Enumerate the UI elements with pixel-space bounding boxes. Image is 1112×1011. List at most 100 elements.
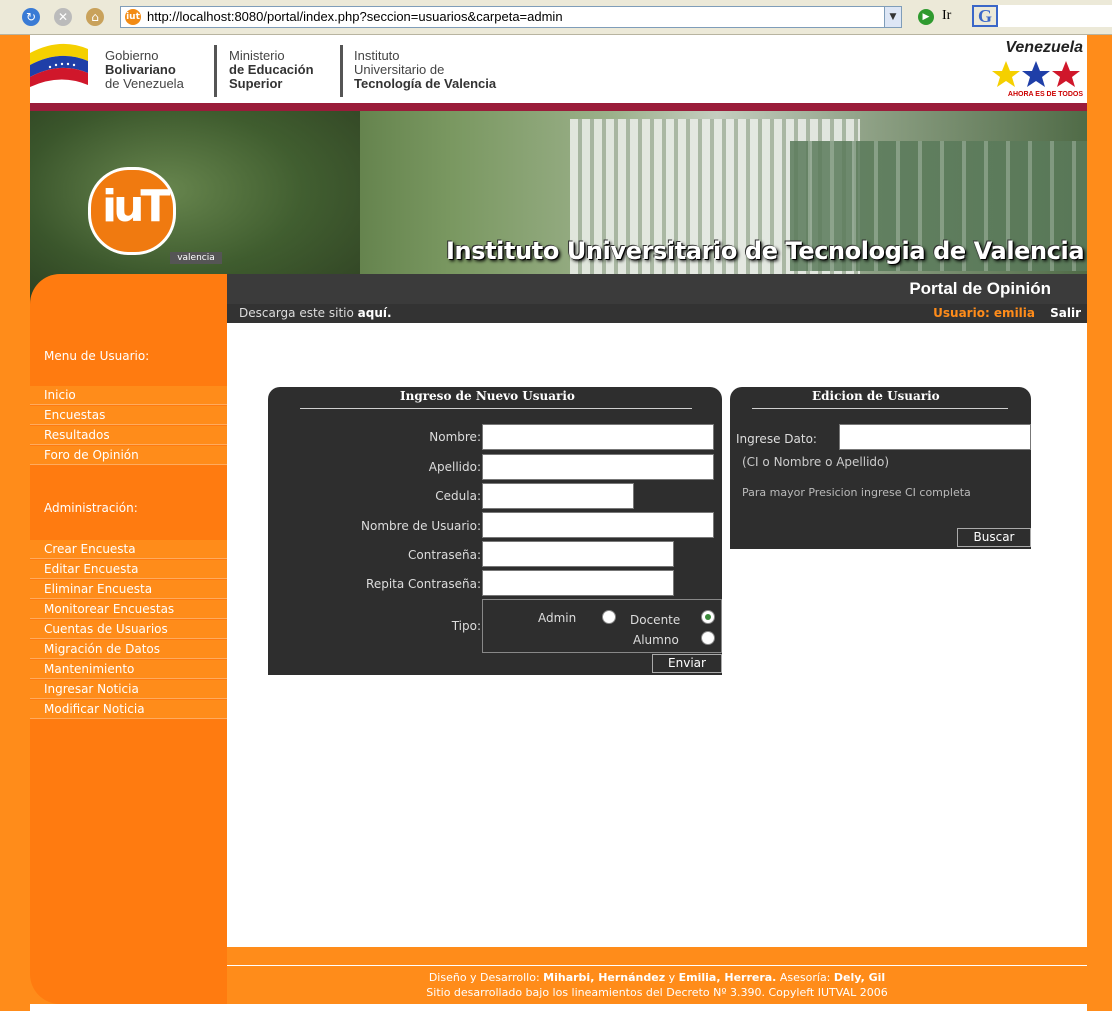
gov-line: Superior [229, 76, 283, 91]
enviar-button[interactable]: Enviar [652, 654, 722, 673]
venezuela-flag-icon [30, 43, 88, 87]
sidebar-item-resultados[interactable]: Resultados [30, 426, 227, 445]
option-alumno-label: Alumno [633, 633, 679, 647]
sidebar-menu-title: Menu de Usuario: [44, 349, 150, 363]
credits-advisor: Dely, Gil [833, 971, 886, 984]
sidebar: Menu de Usuario: Inicio Encuestas Result… [30, 311, 227, 966]
tipo-label: Tipo: [451, 619, 481, 633]
logout-link[interactable]: Salir [1050, 306, 1081, 320]
sidebar-item-migracion-datos[interactable]: Migración de Datos [30, 640, 227, 659]
credits-author-2: Emilia, Herrera. [678, 971, 777, 984]
iut-logo-subtitle: valencia [170, 252, 222, 264]
sidebar-item-eliminar-encuesta[interactable]: Eliminar Encuesta [30, 580, 227, 599]
address-dropdown-button[interactable]: ▼ [884, 6, 902, 28]
gov-line: Bolivariano [105, 62, 176, 77]
sidebar-item-editar-encuesta[interactable]: Editar Encuesta [30, 560, 227, 579]
sidebar-item-encuestas[interactable]: Encuestas [30, 406, 227, 425]
new-user-panel: Ingreso de Nuevo Usuario Nombre: Apellid… [268, 387, 722, 675]
portal-title: Portal de Opinión [909, 279, 1051, 298]
gov-line: Tecnología de Valencia [354, 76, 497, 91]
precision-note: Para mayor Presicion ingrese CI completa [742, 486, 971, 499]
edit-user-panel: Edicion de Usuario Ingrese Dato: (CI o N… [730, 387, 1031, 549]
gov-separator [214, 45, 217, 97]
nombre-usuario-label: Nombre de Usuario: [361, 519, 481, 533]
edit-user-title: Edicion de Usuario [812, 389, 940, 403]
apellido-label: Apellido: [428, 460, 481, 474]
nombre-input[interactable] [482, 424, 714, 450]
new-user-title: Ingreso de Nuevo Usuario [400, 389, 575, 403]
gov-line: Instituto [354, 48, 400, 63]
venezuela-stars-icon [992, 61, 1080, 87]
iut-logo-text: iuT [102, 181, 170, 232]
sidebar-top-cap [30, 274, 227, 311]
gov-line: Universitario de [354, 62, 445, 77]
government-header: Gobierno Bolivariano de Venezuela Minist… [30, 35, 1087, 103]
gov-line: Gobierno [105, 48, 159, 63]
buscar-button[interactable]: Buscar [957, 528, 1031, 547]
tipo-radio-group [482, 599, 722, 653]
credits-and: y [668, 971, 676, 984]
repita-contrasena-label: Repita Contraseña: [366, 577, 481, 591]
ingrese-dato-label: Ingrese Dato: [736, 432, 817, 446]
download-label: Descarga este sitio [239, 306, 354, 320]
toolbar-search-field[interactable] [998, 5, 1112, 27]
download-text: Descarga este sitio aquí. [239, 306, 392, 320]
sidebar-item-cuentas-usuarios[interactable]: Cuentas de Usuarios [30, 620, 227, 639]
site-favicon-icon: iut [125, 9, 141, 25]
footer-credits: Diseño y Desarrollo: Miharbi, Hernández … [227, 971, 1087, 984]
edit-user-title-rule [752, 408, 1008, 409]
stop-icon[interactable]: ✕ [54, 8, 72, 26]
gov-line: Ministerio [229, 48, 285, 63]
header-divider [30, 103, 1087, 111]
ingrese-dato-hint: (CI o Nombre o Apellido) [742, 455, 890, 469]
page-content: Gobierno Bolivariano de Venezuela Minist… [30, 35, 1087, 1011]
go-button[interactable]: Ir [942, 8, 951, 24]
gov-line: de Venezuela [105, 76, 184, 91]
gov-label-instituto: Instituto Universitario de Tecnología de… [354, 49, 496, 91]
contrasena-label: Contraseña: [408, 548, 481, 562]
download-link[interactable]: aquí. [358, 306, 392, 320]
sidebar-item-monitorear-encuestas[interactable]: Monitorear Encuestas [30, 600, 227, 619]
option-docente-radio[interactable] [701, 610, 715, 624]
sidebar-admin-title: Administración: [44, 501, 138, 515]
go-icon[interactable]: ▶ [918, 9, 934, 25]
nombre-usuario-input[interactable] [482, 512, 714, 538]
option-docente-label: Docente [630, 613, 681, 627]
portal-title-bar: Portal de Opinión [227, 274, 1087, 304]
venezuela-slogan: AHORA ES DE TODOS [1007, 91, 1083, 98]
repita-contrasena-input[interactable] [482, 570, 674, 596]
new-user-title-rule [300, 408, 692, 409]
contrasena-input[interactable] [482, 541, 674, 567]
cedula-input[interactable] [482, 483, 634, 509]
venezuela-logo-title: Venezuela [1005, 39, 1083, 56]
gov-label-gobierno: Gobierno Bolivariano de Venezuela [105, 49, 184, 91]
footer: Diseño y Desarrollo: Miharbi, Hernández … [30, 966, 1087, 1004]
credits-advisor-label: Asesoría: [779, 971, 831, 984]
footer-decree: Sitio desarrollado bajo los lineamientos… [426, 986, 888, 999]
status-bar: Descarga este sitio aquí. Usuario: emili… [227, 304, 1087, 323]
google-toolbar-icon[interactable]: G [972, 5, 998, 27]
gov-line: de Educación [229, 62, 314, 77]
option-alumno-radio[interactable] [701, 631, 715, 645]
sidebar-item-foro[interactable]: Foro de Opinión [30, 446, 227, 465]
browser-toolbar: ↻ ✕ ⌂ iut http://localhost:8080/portal/i… [0, 0, 1112, 35]
sidebar-item-crear-encuesta[interactable]: Crear Encuesta [30, 540, 227, 559]
nombre-label: Nombre: [429, 430, 481, 444]
apellido-input[interactable] [482, 454, 714, 480]
sidebar-item-inicio[interactable]: Inicio [30, 386, 227, 405]
gov-label-ministerio: Ministerio de Educación Superior [229, 49, 314, 91]
sidebar-item-modificar-noticia[interactable]: Modificar Noticia [30, 700, 227, 719]
sidebar-item-ingresar-noticia[interactable]: Ingresar Noticia [30, 680, 227, 699]
address-bar-url: http://localhost:8080/portal/index.php?s… [147, 9, 563, 24]
footer-top-bar [227, 947, 1087, 965]
page-frame: Gobierno Bolivariano de Venezuela Minist… [0, 35, 1112, 1011]
option-admin-label: Admin [538, 611, 577, 625]
gov-separator [340, 45, 343, 97]
credits-label: Diseño y Desarrollo: [428, 971, 540, 984]
home-icon[interactable]: ⌂ [86, 8, 104, 26]
sidebar-item-mantenimiento[interactable]: Mantenimiento [30, 660, 227, 679]
option-admin-radio[interactable] [602, 610, 616, 624]
ingrese-dato-input[interactable] [839, 424, 1031, 450]
refresh-icon[interactable]: ↻ [22, 8, 40, 26]
address-bar[interactable]: iut http://localhost:8080/portal/index.p… [120, 6, 900, 28]
